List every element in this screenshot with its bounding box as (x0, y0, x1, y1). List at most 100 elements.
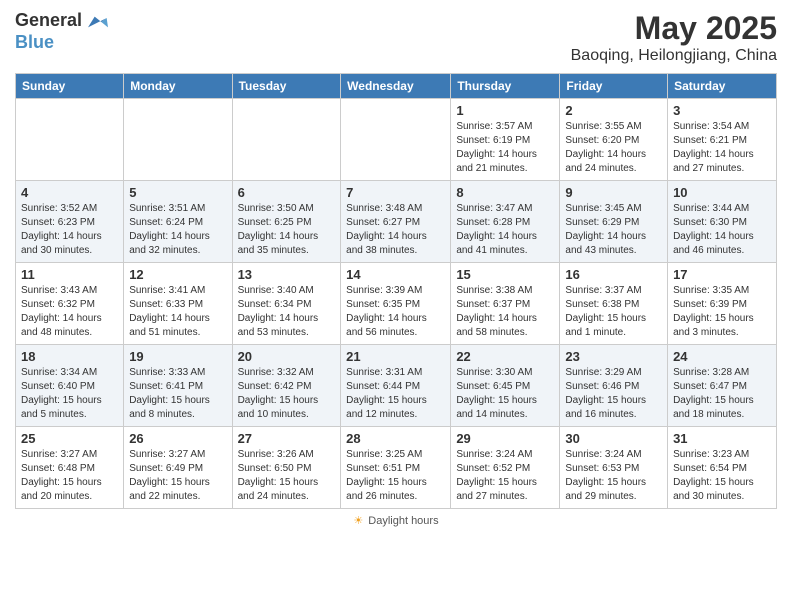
day-info: Sunrise: 3:24 AM Sunset: 6:52 PM Dayligh… (456, 448, 554, 504)
calendar-cell: 1Sunrise: 3:57 AM Sunset: 6:19 PM Daylig… (451, 99, 560, 181)
logo-general: General (15, 10, 82, 30)
day-number: 20 (238, 349, 336, 364)
calendar-cell: 16 Sunrise: 3:37 AM Sunset: 6:38 PM Dayli… (560, 263, 668, 345)
day-info: Sunrise: 3:38 AM Sunset: 6:37 PM Dayligh… (456, 284, 554, 340)
day-info: Sunrise: 3:55 AM Sunset: 6:20 PM Dayligh… (565, 120, 662, 176)
day-number: 8 (456, 185, 554, 200)
day-number: 15 (456, 267, 554, 282)
day-number: 1 (456, 103, 554, 118)
sun-icon: ☀ (353, 514, 363, 527)
calendar-cell: 20 Sunrise: 3:32 AM Sunset: 6:42 PM Dayli… (232, 345, 341, 427)
calendar-cell: 17 Sunrise: 3:35 AM Sunset: 6:39 PM Dayli… (668, 263, 777, 345)
day-info: Sunrise: 3:35 AM Sunset: 6:39 PM Dayligh… (673, 284, 771, 340)
day-number: 29 (456, 431, 554, 446)
col-friday: Friday (560, 74, 668, 99)
logo-blue: Blue (15, 32, 54, 52)
day-info: Sunrise: 3:51 AM Sunset: 6:24 PM Dayligh… (129, 202, 226, 258)
col-thursday: Thursday (451, 74, 560, 99)
col-monday: Monday (124, 74, 232, 99)
day-number: 27 (238, 431, 336, 446)
day-info: Sunrise: 3:52 AM Sunset: 6:23 PM Dayligh… (21, 202, 118, 258)
footer: ☀ Daylight hours (15, 514, 777, 527)
day-info: Sunrise: 3:39 AM Sunset: 6:35 PM Dayligh… (346, 284, 445, 340)
calendar-cell: 23 Sunrise: 3:29 AM Sunset: 6:46 PM Dayli… (560, 345, 668, 427)
day-number: 21 (346, 349, 445, 364)
calendar-cell (341, 99, 451, 181)
calendar-cell: 30Sunrise: 3:24 AM Sunset: 6:53 PM Dayli… (560, 427, 668, 509)
day-info: Sunrise: 3:27 AM Sunset: 6:49 PM Dayligh… (129, 448, 226, 504)
col-saturday: Saturday (668, 74, 777, 99)
day-number: 17 (673, 267, 771, 282)
calendar-week-3: 11Sunrise: 3:43 AM Sunset: 6:32 PM Dayli… (16, 263, 777, 345)
day-info: Sunrise: 3:34 AM Sunset: 6:40 PM Dayligh… (21, 366, 118, 422)
day-info: Sunrise: 3:40 AM Sunset: 6:34 PM Dayligh… (238, 284, 336, 340)
calendar-cell: 27 Sunrise: 3:26 AM Sunset: 6:50 PM Dayli… (232, 427, 341, 509)
calendar-cell: 5Sunrise: 3:51 AM Sunset: 6:24 PM Daylig… (124, 181, 232, 263)
calendar-header-row: Sunday Monday Tuesday Wednesday Thursday… (16, 74, 777, 99)
logo-text: General Blue (15, 10, 109, 53)
calendar-cell: 14Sunrise: 3:39 AM Sunset: 6:35 PM Dayli… (341, 263, 451, 345)
day-number: 25 (21, 431, 118, 446)
day-number: 12 (129, 267, 226, 282)
day-info: Sunrise: 3:23 AM Sunset: 6:54 PM Dayligh… (673, 448, 771, 504)
day-info: Sunrise: 3:48 AM Sunset: 6:27 PM Dayligh… (346, 202, 445, 258)
day-number: 26 (129, 431, 226, 446)
calendar-cell: 19Sunrise: 3:33 AM Sunset: 6:41 PM Dayli… (124, 345, 232, 427)
title-section: May 2025 Baoqing, Heilongjiang, China (571, 10, 777, 65)
day-info: Sunrise: 3:33 AM Sunset: 6:41 PM Dayligh… (129, 366, 226, 422)
calendar-cell: 29 Sunrise: 3:24 AM Sunset: 6:52 PM Dayli… (451, 427, 560, 509)
calendar-cell: 2 Sunrise: 3:55 AM Sunset: 6:20 PM Daylig… (560, 99, 668, 181)
day-info: Sunrise: 3:26 AM Sunset: 6:50 PM Dayligh… (238, 448, 336, 504)
day-info: Sunrise: 3:24 AM Sunset: 6:53 PM Dayligh… (565, 448, 662, 504)
calendar-cell: 8 Sunrise: 3:47 AM Sunset: 6:28 PM Daylig… (451, 181, 560, 263)
footer-note: ☀ Daylight hours (15, 514, 777, 527)
day-number: 28 (346, 431, 445, 446)
col-tuesday: Tuesday (232, 74, 341, 99)
day-number: 2 (565, 103, 662, 118)
calendar-cell: 22Sunrise: 3:30 AM Sunset: 6:45 PM Dayli… (451, 345, 560, 427)
day-number: 16 (565, 267, 662, 282)
day-info: Sunrise: 3:54 AM Sunset: 6:21 PM Dayligh… (673, 120, 771, 176)
day-info: Sunrise: 3:28 AM Sunset: 6:47 PM Dayligh… (673, 366, 771, 422)
calendar-cell (16, 99, 124, 181)
footer-label: Daylight hours (368, 515, 438, 527)
calendar-cell: 31 Sunrise: 3:23 AM Sunset: 6:54 PM Dayli… (668, 427, 777, 509)
calendar-cell: 25Sunrise: 3:27 AM Sunset: 6:48 PM Dayli… (16, 427, 124, 509)
logo: General Blue (15, 10, 109, 53)
calendar-week-1: 1Sunrise: 3:57 AM Sunset: 6:19 PM Daylig… (16, 99, 777, 181)
day-info: Sunrise: 3:41 AM Sunset: 6:33 PM Dayligh… (129, 284, 226, 340)
header: General Blue May 2025 Baoqing, Heilongji… (15, 10, 777, 65)
day-info: Sunrise: 3:37 AM Sunset: 6:38 PM Dayligh… (565, 284, 662, 340)
day-number: 6 (238, 185, 336, 200)
day-number: 4 (21, 185, 118, 200)
month-title: May 2025 (571, 10, 777, 47)
calendar-week-2: 4 Sunrise: 3:52 AM Sunset: 6:23 PM Daylig… (16, 181, 777, 263)
calendar-cell: 11Sunrise: 3:43 AM Sunset: 6:32 PM Dayli… (16, 263, 124, 345)
calendar-week-4: 18 Sunrise: 3:34 AM Sunset: 6:40 PM Dayli… (16, 345, 777, 427)
day-info: Sunrise: 3:44 AM Sunset: 6:30 PM Dayligh… (673, 202, 771, 258)
calendar-cell (232, 99, 341, 181)
calendar-cell: 7 Sunrise: 3:48 AM Sunset: 6:27 PM Daylig… (341, 181, 451, 263)
calendar-cell: 24 Sunrise: 3:28 AM Sunset: 6:47 PM Dayli… (668, 345, 777, 427)
day-info: Sunrise: 3:47 AM Sunset: 6:28 PM Dayligh… (456, 202, 554, 258)
day-info: Sunrise: 3:29 AM Sunset: 6:46 PM Dayligh… (565, 366, 662, 422)
day-info: Sunrise: 3:45 AM Sunset: 6:29 PM Dayligh… (565, 202, 662, 258)
calendar-page: General Blue May 2025 Baoqing, Heilongji… (0, 0, 792, 612)
col-sunday: Sunday (16, 74, 124, 99)
day-info: Sunrise: 3:43 AM Sunset: 6:32 PM Dayligh… (21, 284, 118, 340)
day-number: 24 (673, 349, 771, 364)
day-number: 18 (21, 349, 118, 364)
day-info: Sunrise: 3:32 AM Sunset: 6:42 PM Dayligh… (238, 366, 336, 422)
calendar-cell: 18 Sunrise: 3:34 AM Sunset: 6:40 PM Dayli… (16, 345, 124, 427)
day-number: 31 (673, 431, 771, 446)
day-number: 23 (565, 349, 662, 364)
day-number: 13 (238, 267, 336, 282)
calendar-cell (124, 99, 232, 181)
calendar-week-5: 25Sunrise: 3:27 AM Sunset: 6:48 PM Dayli… (16, 427, 777, 509)
calendar-cell: 12 Sunrise: 3:41 AM Sunset: 6:33 PM Dayli… (124, 263, 232, 345)
calendar-cell: 3Sunrise: 3:54 AM Sunset: 6:21 PM Daylig… (668, 99, 777, 181)
calendar-cell: 28Sunrise: 3:25 AM Sunset: 6:51 PM Dayli… (341, 427, 451, 509)
logo-icon (88, 12, 108, 32)
day-number: 7 (346, 185, 445, 200)
location-title: Baoqing, Heilongjiang, China (571, 47, 777, 65)
